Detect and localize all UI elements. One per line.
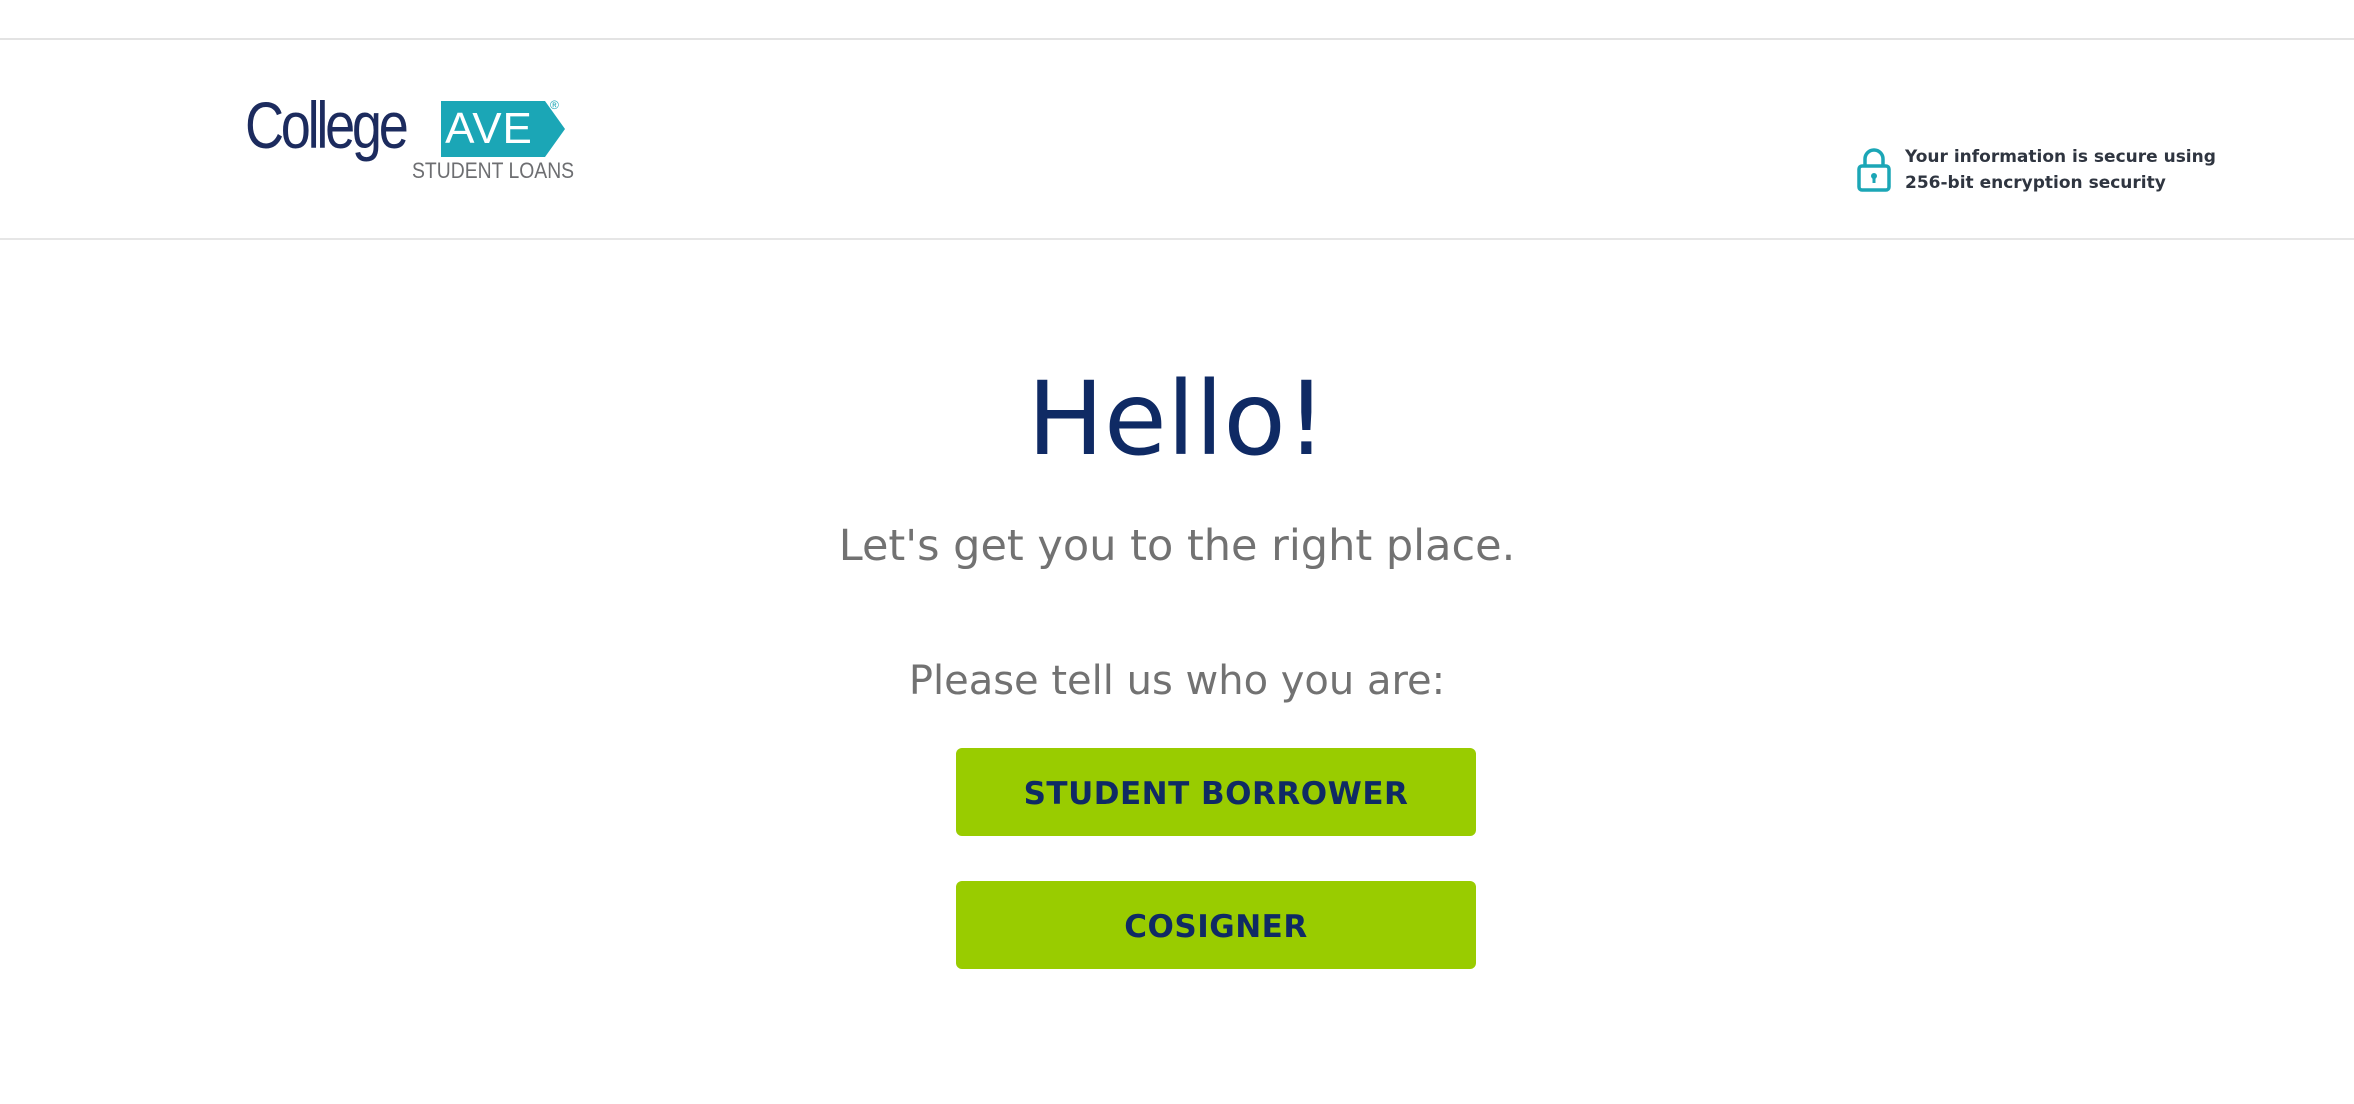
security-message: Your information is secure using 256-bit… xyxy=(1905,144,2216,196)
college-ave-logo[interactable]: College AVE ® STUDENT LOANS xyxy=(245,92,575,192)
logo-registered-mark: ® xyxy=(550,98,559,112)
security-notice: Your information is secure using 256-bit… xyxy=(1856,144,2216,200)
logo-ave-tag: AVE xyxy=(441,101,565,161)
greeting-heading: Hello! xyxy=(1027,360,1327,479)
role-prompt: Please tell us who you are: xyxy=(908,658,1446,704)
student-borrower-button[interactable]: STUDENT BORROWER xyxy=(956,748,1476,836)
security-message-line2: 256-bit encryption security xyxy=(1905,173,2166,193)
logo-subtitle: STUDENT LOANS xyxy=(412,158,575,183)
logo-brand-name: College xyxy=(245,88,409,162)
security-message-line1: Your information is secure using xyxy=(1905,147,2216,167)
cosigner-button[interactable]: COSIGNER xyxy=(956,881,1476,969)
logo-ave-text: AVE xyxy=(445,104,533,153)
site-header: College AVE ® STUDENT LOANS Your informa… xyxy=(0,40,2354,240)
greeting-subtitle: Let's get you to the right place. xyxy=(838,521,1516,571)
browser-top-strip xyxy=(0,0,2354,40)
lock-icon xyxy=(1857,148,1891,192)
